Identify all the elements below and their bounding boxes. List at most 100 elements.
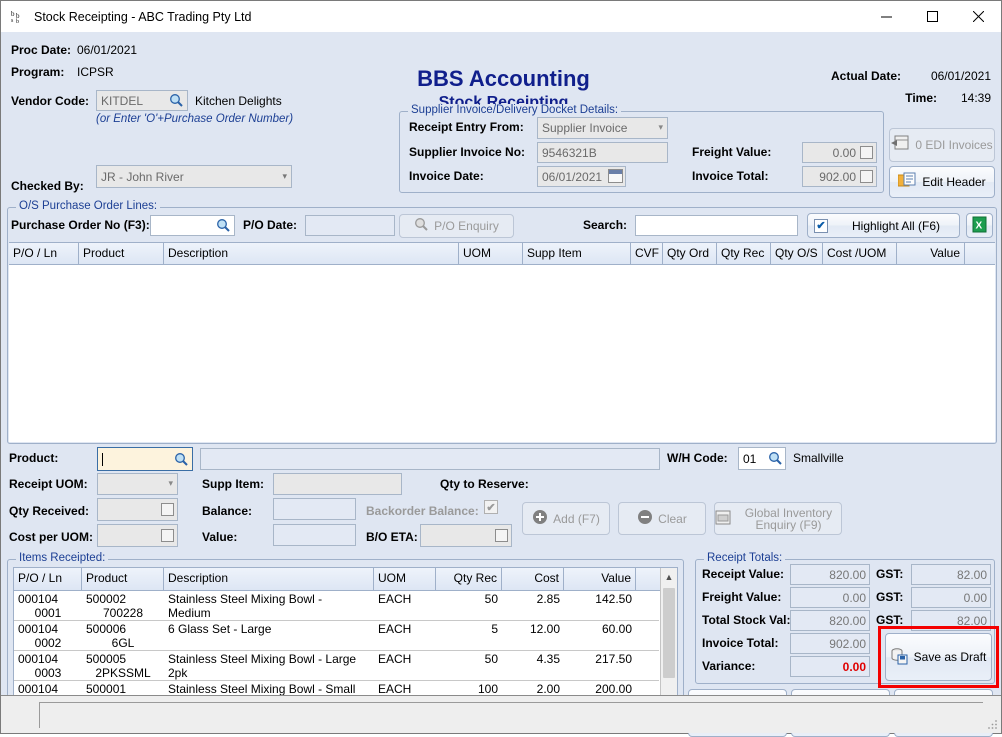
add-button[interactable]: Add (F7)	[522, 502, 610, 535]
po-column-header[interactable]: Description	[164, 243, 459, 264]
edi-icon	[891, 135, 910, 155]
add-icon	[532, 509, 548, 528]
bo-eta-input[interactable]	[420, 524, 512, 547]
vendor-code-search-icon[interactable]	[169, 93, 184, 108]
actual-date-value: 06/01/2021	[931, 69, 991, 83]
supplier-invoice-no-value: 9546321B	[542, 146, 597, 160]
invoice-total-summary-label: Invoice Total:	[702, 636, 778, 650]
table-cell: 4.35	[502, 651, 564, 680]
receipt-gst-label: GST:	[876, 567, 903, 581]
po-enquiry-label: P/O Enquiry	[434, 219, 499, 233]
table-cell: 50	[436, 591, 502, 620]
table-cell: 142.50	[564, 591, 636, 620]
supplier-invoice-no-label: Supplier Invoice No:	[409, 145, 525, 159]
qty-received-input[interactable]	[97, 498, 178, 521]
freight-total-field: 0.00	[790, 587, 870, 608]
table-cell: 60.00	[564, 621, 636, 650]
freight-value-input[interactable]: 0.00	[802, 142, 877, 163]
chevron-down-icon: ▾	[282, 171, 287, 182]
minimize-button[interactable]	[863, 1, 909, 32]
edi-invoices-button[interactable]: 0 EDI Invoices	[889, 128, 995, 162]
product-search-icon[interactable]	[174, 452, 189, 467]
checked-by-select[interactable]: JR - John River ▾	[96, 165, 292, 188]
product-description-input[interactable]	[200, 448, 660, 470]
po-column-header[interactable]: Qty O/S	[771, 243, 823, 264]
scroll-up-icon[interactable]: ▲	[661, 568, 677, 585]
receipt-entry-from-select[interactable]: Supplier Invoice ▾	[537, 117, 668, 139]
items-column-header[interactable]: Qty Rec	[436, 568, 502, 590]
edit-header-button[interactable]: Edit Header	[889, 166, 995, 198]
freight-value-value: 0.00	[833, 146, 856, 160]
calculator-icon[interactable]	[495, 529, 508, 542]
variance-value: 0.00	[843, 660, 866, 674]
supp-item-input[interactable]	[273, 473, 402, 495]
calculator-icon[interactable]	[860, 146, 873, 159]
window-controls	[863, 1, 1001, 32]
wh-code-input[interactable]: 01	[738, 447, 786, 470]
receipt-value-value: 820.00	[829, 568, 866, 582]
scrollbar-thumb[interactable]	[663, 588, 675, 678]
vendor-code-input[interactable]: KITDEL	[96, 90, 188, 111]
value-input[interactable]	[273, 524, 356, 546]
wh-code-search-icon[interactable]	[768, 451, 783, 466]
excel-export-button[interactable]: X	[966, 213, 993, 238]
value-label: Value:	[202, 530, 237, 544]
items-column-header[interactable]: Description	[164, 568, 374, 590]
supplier-invoice-no-input[interactable]: 9546321B	[537, 142, 668, 163]
save-as-draft-highlight	[878, 626, 999, 688]
items-column-header[interactable]: P/O / Ln	[14, 568, 82, 590]
backorder-balance-checkbox[interactable]: ✔	[484, 500, 498, 514]
edi-invoices-label: 0 EDI Invoices	[915, 139, 992, 151]
calculator-icon[interactable]	[161, 529, 174, 542]
po-no-search-icon[interactable]	[216, 218, 231, 233]
maximize-button[interactable]	[909, 1, 955, 32]
chevron-down-icon: ▾	[168, 478, 173, 489]
calculator-icon[interactable]	[161, 503, 174, 516]
table-cell: Stainless Steel Mixing Bowl - Large2pk	[164, 651, 374, 680]
invoice-total-value: 902.00	[819, 170, 856, 184]
cost-per-uom-input[interactable]	[97, 524, 178, 547]
invoice-date-input[interactable]: 06/01/2021	[537, 166, 626, 187]
global-inventory-enquiry-button[interactable]: Global Inventory Enquiry (F9)	[714, 502, 842, 535]
po-date-input[interactable]	[305, 215, 395, 236]
po-no-input[interactable]	[150, 215, 235, 236]
po-column-header[interactable]: CVF	[631, 243, 663, 264]
clear-button[interactable]: Clear	[618, 502, 706, 535]
calendar-icon[interactable]	[608, 169, 623, 183]
table-row[interactable]: 00010400025000066GL6 Glass Set - Large E…	[14, 621, 659, 651]
total-gst-label: GST:	[876, 613, 903, 627]
po-column-header[interactable]: UOM	[459, 243, 523, 264]
close-button[interactable]	[955, 1, 1001, 32]
table-row[interactable]: 0001040001500002700228Stainless Steel Mi…	[14, 591, 659, 621]
supplier-invoice-group-title: Supplier Invoice/Delivery Docket Details…	[408, 104, 621, 116]
search-input[interactable]	[635, 215, 798, 236]
highlight-all-checkbox[interactable]: ✔	[814, 219, 828, 233]
balance-input[interactable]	[273, 498, 356, 520]
items-column-header[interactable]: UOM	[374, 568, 436, 590]
po-column-header[interactable]: Supp Item	[523, 243, 631, 264]
items-column-header[interactable]: Value	[564, 568, 636, 590]
po-column-header[interactable]: Product	[79, 243, 164, 264]
product-input[interactable]	[97, 447, 193, 471]
wh-code-value: 01	[743, 452, 756, 466]
items-column-header[interactable]: Product	[82, 568, 164, 590]
receipt-value-label: Receipt Value:	[702, 567, 784, 581]
receipt-uom-select[interactable]: ▾	[97, 473, 178, 495]
resize-grip-icon[interactable]	[986, 718, 998, 730]
po-enquiry-button[interactable]: P/O Enquiry	[399, 214, 514, 238]
po-column-header[interactable]: Value	[897, 243, 965, 264]
table-row[interactable]: 00010400035000052PKSSMLStainless Steel M…	[14, 651, 659, 681]
items-column-header[interactable]: Cost	[502, 568, 564, 590]
wh-code-label: W/H Code:	[667, 451, 728, 465]
program-value: ICPSR	[77, 65, 114, 79]
highlight-all-button[interactable]: ✔ Highlight All (F6)	[807, 213, 960, 238]
receipt-entry-from-label: Receipt Entry From:	[409, 120, 524, 134]
calculator-icon[interactable]	[860, 170, 873, 183]
po-column-header[interactable]: Cost /UOM	[823, 243, 897, 264]
po-column-header[interactable]: Qty Ord	[663, 243, 717, 264]
cost-per-uom-label: Cost per UOM:	[9, 530, 93, 544]
po-column-header[interactable]: Qty Rec	[717, 243, 771, 264]
invoice-total-input[interactable]: 902.00	[802, 166, 877, 187]
po-column-header[interactable]: P/O / Ln	[9, 243, 79, 264]
table-cell: EACH	[374, 651, 436, 680]
